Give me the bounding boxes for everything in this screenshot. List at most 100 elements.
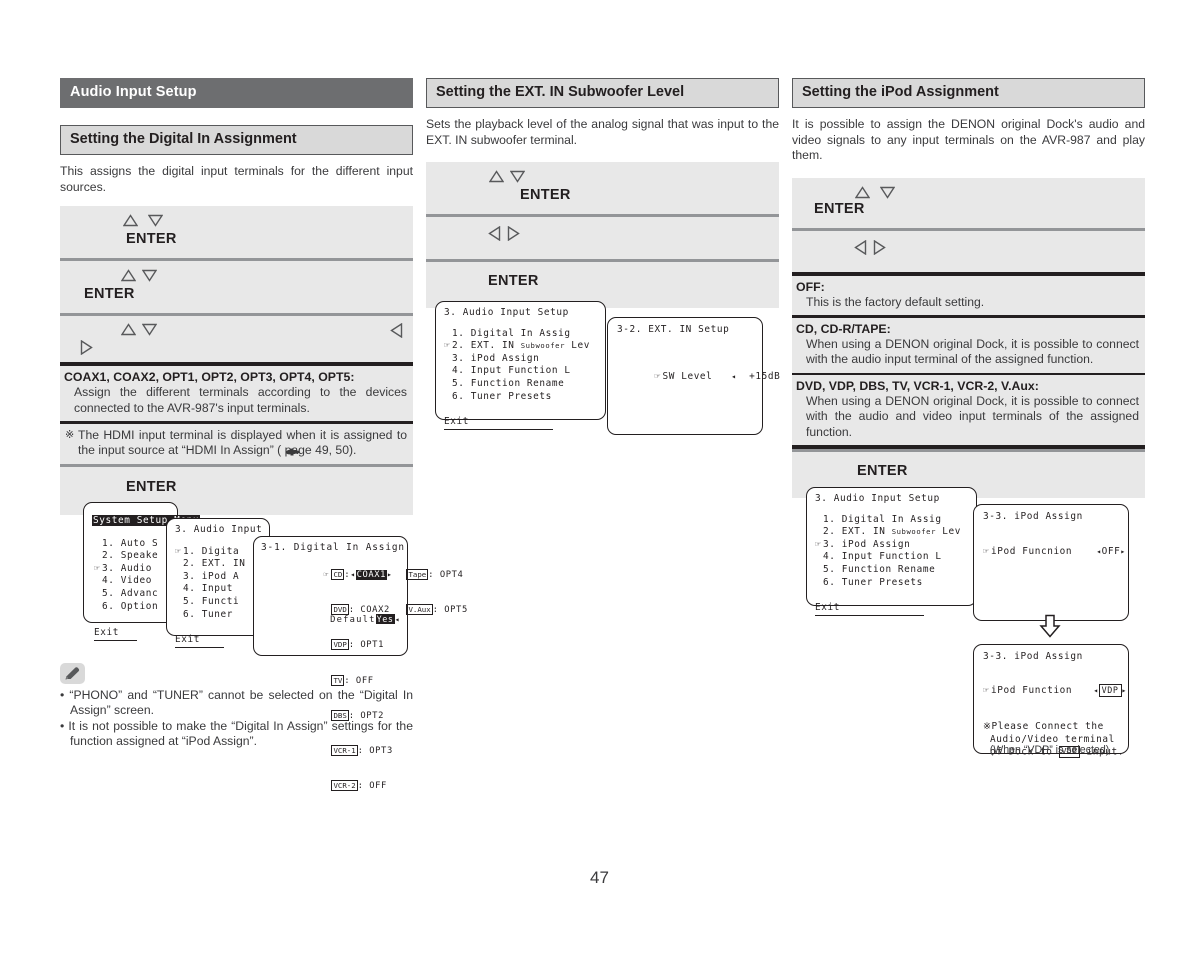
lcd-item: 4. Video [102,575,152,587]
down-arrow-icon [148,214,164,227]
definition-description: When using a DENON original Dock, it is … [806,336,1139,367]
lcd-item: 6. Tuner Presets [452,390,552,402]
lcd-audio-input-setup-right: 3. Audio Input Setup 1. Digital In Assig… [806,487,977,616]
enter-label-3: ENTER [126,479,177,496]
intro-text-digital-in: This assigns the digital input terminals… [60,164,413,194]
lcd-default-row: DefaultYes◂ [330,614,400,626]
lcd-digital-in-assign: 3-1. Digital In Assign ☞ CD:◂COAX1▸ DVD: … [253,536,467,792]
lcd-item: 4. Input Function L [823,551,942,563]
lcd-title: 3-3. iPod Assign [983,651,1083,662]
left-arrow-icon [854,239,867,255]
column-right: Setting the iPod Assignment It is possib… [792,78,1145,499]
enter-label-2: ENTER [488,273,539,290]
up-down-arrows-1 [123,214,164,232]
lcd-item: 2. EXT. IN [183,558,246,570]
lcd-item: 5. Function Rename [452,377,565,389]
right-arrow-icon [507,226,521,242]
lcd-item: 3. iPod Assign [452,352,540,364]
step-bands-ipod: ENTER OFF: This is the factory default s… [792,177,1145,499]
lcd-title: 3. Audio Input Setup [444,307,569,318]
step-band-1: ENTER [792,177,1145,228]
lcd-assign-row: Tape: OPT4 [406,569,464,580]
lcd-item: 5. Functi [183,595,240,607]
up-arrow-icon [121,323,136,336]
lcd-title: 3-2. EXT. IN Setup [617,324,730,335]
intro-text-ipod: It is possible to assign the DENON origi… [792,117,1145,163]
definition-description: Assign the different terminals according… [74,385,407,415]
lcd-audio-input-setup-mid: 3. Audio Input Setup 1. Digital In Assig… [435,301,606,430]
lcd-item-selected: ☞ 3. iPod Assign [815,538,911,550]
enter-label-2: ENTER [84,286,135,303]
up-arrow-icon [489,170,504,183]
lcd-item-selected: ☞ 1. Digita [175,545,240,557]
step-band-2 [426,217,779,260]
lcd-exit: Exit [815,602,924,616]
lcd-item: 6. Tuner Presets [823,576,923,588]
chapter-title: Audio Input Setup [60,78,413,108]
lcd-vdp-caption: (When “VDP” is selected) [989,744,1110,756]
lcd-title: 3. Audio Input Setup [175,524,261,535]
lcd-note-line: ※Please Connect the [983,721,1104,733]
hdmi-note-text: The HDMI input terminal is displayed whe… [78,427,407,457]
pencil-icon [65,667,80,680]
cursor-icon: ☞ [323,570,329,579]
memo-bullet-1: • “PHONO” and “TUNER” cannot be selected… [60,688,413,718]
lcd-item: 2. EXT. IN Subwoofer Lev [823,526,962,538]
lcd-exit: Exit [444,416,553,430]
definition-block-cd: CD, CD-R/TAPE: When using a DENON origin… [792,317,1145,373]
definition-block-off: OFF: This is the factory default setting… [792,275,1145,316]
up-down-arrows-3 [121,323,158,341]
lcd-item: 5. Function Rename [823,563,936,575]
up-down-arrows-1 [489,170,526,188]
lcd-item: 6. Tuner [183,608,233,620]
cursor-icon: ☞ [444,340,451,352]
right-arrow-icon [80,340,93,356]
definition-term: OFF: [796,279,825,294]
lcd-exit: Exit [94,627,137,641]
intro-text-ext-in: Sets the playback level of the analog si… [426,117,779,147]
lcd-item-selected: ☞ 2. EXT. IN Subwoofer Lev [444,340,591,352]
hdmi-note: ※ The HDMI input terminal is displayed w… [60,423,413,465]
cursor-icon: ☞ [815,538,822,550]
lcd-sw-level-row: ☞ SW Level ◂ +15dB [654,371,781,383]
down-arrow-flow-icon [1038,614,1062,643]
lcd-item: 2. Speake [102,550,159,562]
right-arrow-icon [873,239,887,255]
column-middle: Setting the EXT. IN Subwoofer Level Sets… [426,78,779,309]
down-arrow-icon [142,269,158,282]
down-arrow-icon [510,170,526,183]
step-bands-digital-in: ENTER ENTER COAX1, COAX2, OPT1, OPT2, OP… [60,206,413,516]
left-arrow-icon [488,226,501,242]
definition-term: DVD, VDP, DBS, TV, VCR-1, VCR-2, V.Aux: [796,379,1039,393]
left-arrow-icon [390,323,403,339]
step-band-2 [792,230,1145,272]
up-arrow-icon [855,185,870,199]
lcd-title: 3-1. Digital In Assign [261,542,405,553]
lcd-ipod-function-row: ☞ iPod Funcnion ◂OFF▸ [983,545,1126,557]
column-left: Audio Input Setup Setting the Digital In… [60,78,413,516]
step-band-2: ENTER [60,261,413,314]
step-bands-ext-in: ENTER ENTER [426,162,779,309]
enter-label-1: ENTER [520,187,571,204]
up-down-arrows-2 [121,269,158,287]
lcd-assign-row: ☞ CD:◂COAX1▸ [323,569,393,580]
section-title-ipod: Setting the iPod Assignment [792,78,1145,108]
up-arrow-icon [121,269,136,282]
lcd-item: 4. Input [183,583,233,595]
step-band-3 [60,316,413,363]
pointing-hand-icon [284,445,301,463]
up-arrow-icon [123,214,138,227]
lcd-item-selected: ☞ 3. Audio [94,562,152,574]
cursor-icon: ☞ [983,684,990,696]
memo-icon-box [60,663,85,684]
manual-page: Audio Input Setup Setting the Digital In… [0,0,1199,954]
lcd-assign-row: VCR-2: OFF [331,780,387,792]
definition-block-coax: COAX1, COAX2, OPT1, OPT2, OPT3, OPT4, OP… [60,366,413,421]
cursor-icon: ☞ [94,562,101,574]
section-title-digital-in: Setting the Digital In Assignment [60,125,413,155]
definition-term: COAX1, COAX2, OPT1, OPT2, OPT3, OPT4, OP… [64,370,355,385]
definition-description: When using a DENON original Dock, it is … [806,394,1139,439]
lcd-item: 1. Digital In Assig [452,327,571,339]
page-number: 47 [590,868,609,887]
definition-term: CD, CD-R/TAPE: [796,321,891,336]
